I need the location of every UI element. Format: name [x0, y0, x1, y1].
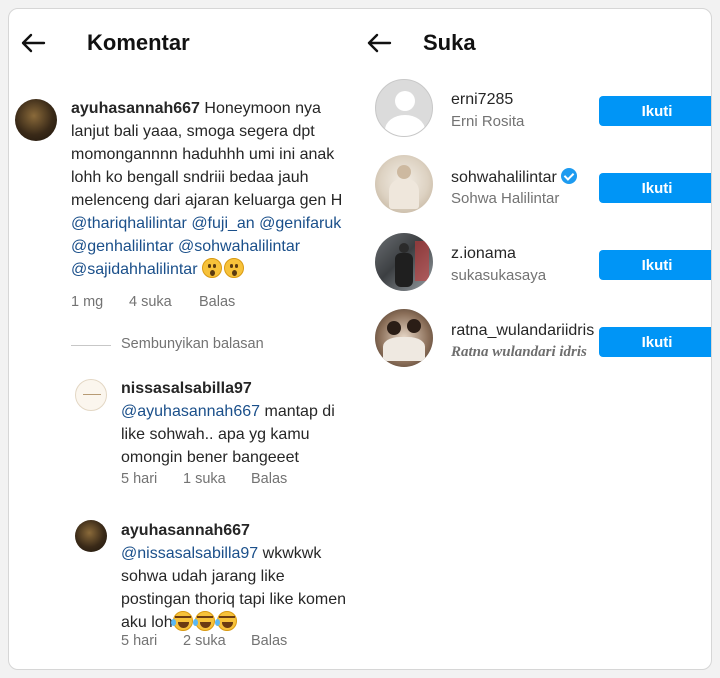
- like-username[interactable]: ratna_wulandariidris: [451, 322, 594, 340]
- like-username[interactable]: sohwahalilintar: [451, 168, 577, 187]
- mention-link[interactable]: @thariqhalilintar: [71, 215, 187, 232]
- laughing-emoji-icon: [192, 611, 215, 631]
- mention-link[interactable]: @nissasalsabilla97: [121, 545, 258, 562]
- follow-button[interactable]: Ikuti: [599, 250, 711, 280]
- likes-header: Suka: [365, 23, 476, 63]
- comments-panel: Komentar ayuhasannah667 Honeymoon nya la…: [9, 9, 361, 669]
- back-arrow-icon[interactable]: [19, 29, 47, 57]
- avatar[interactable]: [15, 99, 57, 141]
- reply-button[interactable]: Balas: [251, 633, 287, 649]
- reply-meta: 5 hari 2 suka Balas: [121, 633, 287, 649]
- reply-likes[interactable]: 2 suka: [183, 633, 251, 649]
- like-fullname: Sohwa Halilintar: [451, 190, 560, 207]
- reply-meta: 5 hari 1 suka Balas: [121, 471, 287, 487]
- avatar[interactable]: [75, 379, 107, 411]
- surprised-emoji-icon: [201, 258, 222, 278]
- mention-link[interactable]: @ayuhasannah667: [121, 403, 260, 420]
- like-username[interactable]: erni7285: [451, 91, 513, 109]
- mention-link[interactable]: @genhalilintar: [71, 238, 174, 255]
- follow-button[interactable]: Ikuti: [599, 327, 711, 357]
- avatar[interactable]: [375, 309, 433, 367]
- like-username[interactable]: z.ionama: [451, 245, 516, 263]
- like-fullname: Ratna wulandari idris: [451, 344, 587, 360]
- avatar[interactable]: [75, 520, 107, 552]
- hide-replies-button[interactable]: Sembunyikan balasan: [121, 336, 264, 352]
- laughing-emoji-icon: [170, 611, 193, 631]
- avatar[interactable]: [375, 155, 433, 213]
- like-username-text[interactable]: sohwahalilintar: [451, 169, 557, 186]
- laughing-emoji-icon: [214, 611, 237, 631]
- mention-link[interactable]: @genifaruk: [259, 215, 341, 232]
- comments-header: Komentar: [19, 23, 190, 63]
- reply-username[interactable]: ayuhasannah667: [121, 519, 357, 542]
- comment-meta: 1 mg 4 suka Balas: [71, 294, 235, 310]
- comment-likes[interactable]: 4 suka: [129, 294, 199, 310]
- back-arrow-icon[interactable]: [365, 29, 393, 57]
- mention-link[interactable]: @sohwahalilintar: [178, 238, 300, 255]
- comment-username[interactable]: ayuhasannah667: [71, 100, 200, 117]
- default-avatar-icon[interactable]: [375, 79, 433, 137]
- like-fullname: sukasukasaya: [451, 267, 547, 284]
- reply-body: nissasalsabilla97 @ayuhasannah667 mantap…: [121, 377, 357, 469]
- avatar[interactable]: [375, 233, 433, 291]
- follow-button[interactable]: Ikuti: [599, 96, 711, 126]
- reply-likes[interactable]: 1 suka: [183, 471, 251, 487]
- surprised-emoji-icon: [223, 258, 244, 278]
- likes-panel: Suka erni7285 Erni Rosita Ikuti sohwahal…: [361, 9, 711, 669]
- divider: [71, 345, 111, 346]
- mention-link[interactable]: @fuji_an: [191, 215, 254, 232]
- reply-button[interactable]: Balas: [251, 471, 287, 487]
- comment-body: ayuhasannah667 Honeymoon nya lanjut bali…: [71, 97, 361, 281]
- page-title: Komentar: [87, 30, 190, 55]
- reply-body: ayuhasannah667 @nissasalsabilla97 wkwkwk…: [121, 519, 357, 634]
- reply-time: 5 hari: [121, 471, 158, 487]
- screenshot-frame: Komentar ayuhasannah667 Honeymoon nya la…: [8, 8, 712, 670]
- like-fullname: Erni Rosita: [451, 113, 525, 130]
- hide-replies-label[interactable]: Sembunyikan balasan: [121, 336, 264, 352]
- follow-button[interactable]: Ikuti: [599, 173, 711, 203]
- verified-badge-icon: [560, 168, 577, 184]
- comment-time: 1 mg: [71, 294, 104, 310]
- page-title: Suka: [423, 30, 476, 55]
- reply-username[interactable]: nissasalsabilla97: [121, 377, 357, 400]
- reply-button[interactable]: Balas: [199, 294, 235, 310]
- logo-mark-icon: [83, 394, 101, 395]
- reply-time: 5 hari: [121, 633, 158, 649]
- mention-link[interactable]: @sajidahhalilintar: [71, 261, 198, 278]
